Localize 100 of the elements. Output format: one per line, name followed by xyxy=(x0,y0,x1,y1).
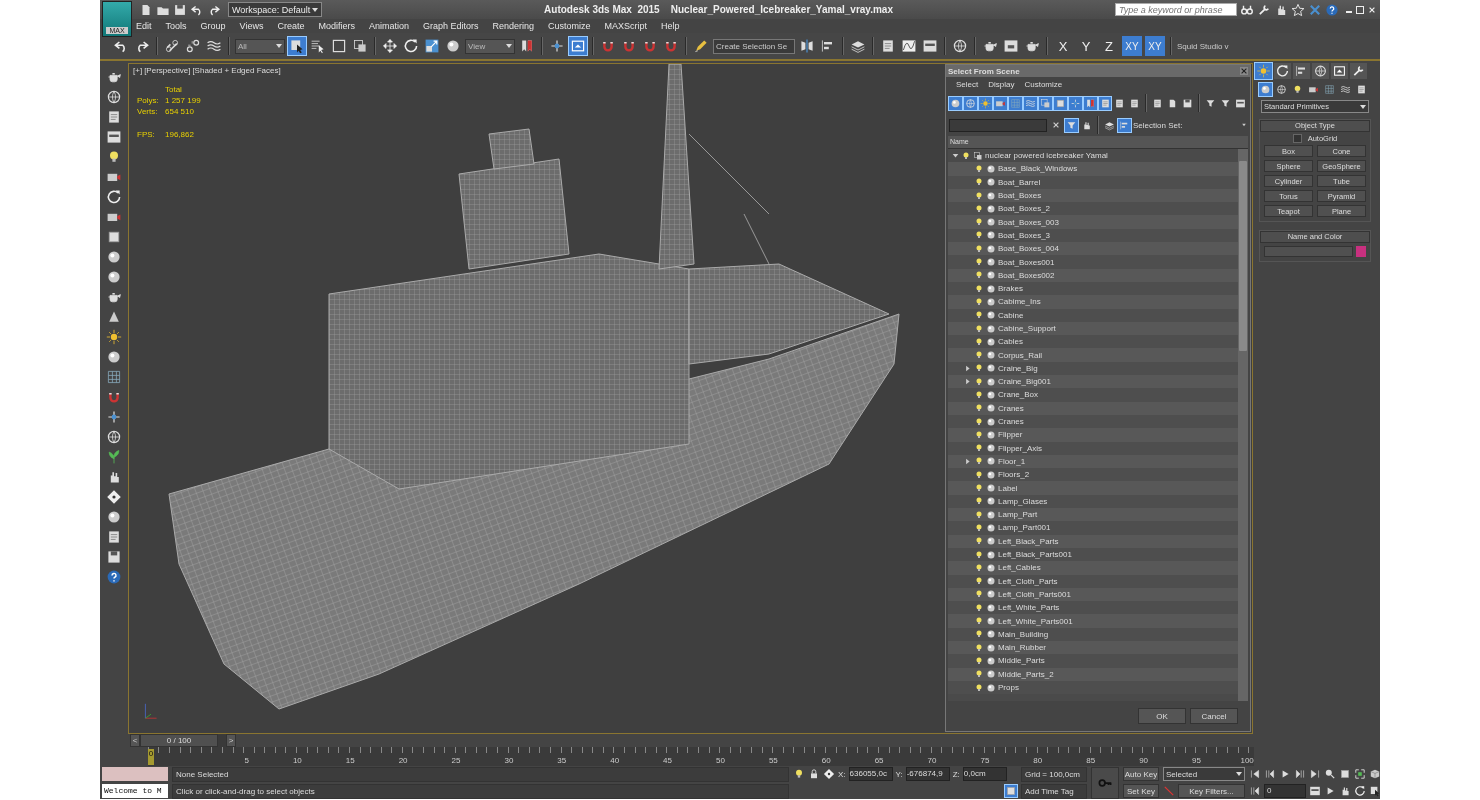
viewport-label[interactable]: [Perspective] xyxy=(144,66,191,75)
add-time-tag-field[interactable]: Add Time Tag xyxy=(1021,783,1087,799)
tree-item-label[interactable]: Left_Black_Parts xyxy=(998,536,1059,546)
tree-item-label[interactable]: Floor_1 xyxy=(998,456,1026,466)
tree-item-label[interactable]: nuclear powered icebreaker Yamal xyxy=(985,151,1108,161)
menu-item[interactable]: Tools xyxy=(165,21,187,31)
tree-item-label[interactable]: Brakes xyxy=(998,284,1023,294)
frame-number: 80 xyxy=(1032,756,1043,765)
tree-item-label[interactable]: Left_Cloth_Parts001 xyxy=(998,589,1071,599)
tree-item-label[interactable]: Cabime_Ins xyxy=(998,297,1041,307)
menu-item[interactable]: Modifiers xyxy=(318,21,355,31)
axis-constraint-button[interactable]: XY xyxy=(1122,36,1142,56)
frame-number: 95 xyxy=(1191,756,1201,765)
tree-item-label[interactable]: Left_Black_Parts001 xyxy=(998,550,1072,560)
menu-item[interactable]: Rendering xyxy=(492,21,535,31)
tree-item-label[interactable]: Middle_Parts_2 xyxy=(998,669,1054,679)
previous-frame-button[interactable]: < xyxy=(130,734,140,747)
frame-field[interactable]: 0 xyxy=(1264,784,1306,798)
menu-item[interactable]: Select xyxy=(956,80,979,89)
tree-item-label[interactable]: Left_Cables xyxy=(998,563,1041,573)
tree-item-label[interactable]: Boat_Barrel xyxy=(998,177,1041,187)
menu-item[interactable]: Views xyxy=(239,21,264,31)
menu-item[interactable]: MAXScript xyxy=(604,21,648,31)
tree-item-label[interactable]: Cranes xyxy=(998,417,1024,427)
grid-size-display: Grid = 100,0cm xyxy=(1021,766,1087,782)
viewport-label[interactable]: [+] xyxy=(133,66,143,75)
tree-item-label[interactable]: Middle_Parts xyxy=(998,656,1045,666)
ok-button[interactable]: OK xyxy=(1138,708,1186,724)
menu-item[interactable]: Create xyxy=(277,21,305,31)
coordinate-field[interactable]: 636055,0c xyxy=(848,767,893,781)
coordinate-label: Z: xyxy=(952,769,960,779)
time-slider-track[interactable]: < 0 / 100 > xyxy=(130,734,236,747)
tree-item-label[interactable]: Corpus_Rail xyxy=(998,350,1043,360)
key-mode-dropdown[interactable]: Selected xyxy=(1163,767,1245,781)
axis-constraint-button[interactable]: Z xyxy=(1099,36,1119,56)
axis-constraint-button[interactable]: Y xyxy=(1076,36,1096,56)
tree-item-label[interactable]: Lamp_Glases xyxy=(998,496,1048,506)
menu-item[interactable]: Display xyxy=(988,80,1015,89)
tree-item-label[interactable]: Crane_Box xyxy=(998,390,1039,400)
menu-item[interactable]: Customize xyxy=(548,21,591,31)
tree-item-label[interactable]: Cabine xyxy=(998,310,1024,320)
viewport-label[interactable]: [Shaded + Edged Faces] xyxy=(192,66,281,75)
tree-item-label[interactable]: Boat_Boxes002 xyxy=(998,270,1055,280)
tree-item-label[interactable]: Boat_Boxes001 xyxy=(998,257,1055,267)
menu-item[interactable]: Group xyxy=(200,21,226,31)
search-field[interactable]: Type a keyword or phrase xyxy=(1115,3,1237,16)
next-frame-button[interactable]: > xyxy=(226,734,236,747)
tree-item-label[interactable]: Base_Black_Windows xyxy=(998,164,1078,174)
menu-item[interactable]: Edit xyxy=(136,21,152,31)
frame-number: 10 xyxy=(291,756,302,765)
tree-item-label[interactable]: Cables xyxy=(998,337,1023,347)
frame-ruler[interactable]: 0 5 10 15 20 25 30 35 40 45 50 55 60 65 70 75 80 85 90 95 100 xyxy=(148,747,1254,766)
tree-item-label[interactable]: Craine_Big001 xyxy=(998,377,1051,387)
coordinate-label: Y: xyxy=(895,769,903,779)
tree-item-label[interactable]: Boat_Boxes_2 xyxy=(998,204,1051,214)
tree-item-label[interactable]: Cabine_Support xyxy=(998,324,1056,333)
tree-item-label[interactable]: Floors_2 xyxy=(998,470,1030,480)
selection-filter-dropdown[interactable]: All xyxy=(235,38,285,54)
tree-item-label[interactable]: Lamp_Part001 xyxy=(998,523,1051,533)
tree-item-label[interactable]: Boat_Boxes_3 xyxy=(998,230,1051,240)
tree-item-label[interactable]: Label xyxy=(998,483,1018,493)
stat-label: Polys: xyxy=(137,95,160,106)
key-filters-button[interactable]: Key Filters... xyxy=(1178,784,1245,798)
frame-number: 55 xyxy=(767,756,778,765)
set-key-button[interactable]: Set Key xyxy=(1123,784,1159,798)
tree-item-label[interactable]: Lamp_Part xyxy=(998,510,1038,520)
time-slider-thumb[interactable]: 0 / 100 xyxy=(140,734,218,747)
frame-number: 45 xyxy=(662,756,672,765)
tree-item-label[interactable]: Craine_Big xyxy=(998,363,1038,373)
tree-item-label[interactable]: Main_Rubber xyxy=(998,643,1047,653)
reference-coordinate-dropdown[interactable]: View xyxy=(465,38,515,54)
frame-number: 5 xyxy=(243,756,249,765)
dialog-title: Select From Scene xyxy=(948,66,1020,76)
cancel-button[interactable]: Cancel xyxy=(1190,708,1238,724)
coordinate-label: X: xyxy=(838,769,846,779)
tree-item-label[interactable]: Boat_Boxes xyxy=(998,191,1042,201)
auto-key-button[interactable]: Auto Key xyxy=(1123,767,1159,781)
tree-item-label[interactable]: Cranes xyxy=(998,403,1024,413)
selection-set-label: Selection Set: xyxy=(1133,120,1184,130)
menu-item[interactable]: Graph Editors xyxy=(422,21,479,31)
axis-constraint-button[interactable]: X xyxy=(1053,36,1073,56)
tree-item-label[interactable]: Flipper xyxy=(998,430,1023,440)
tree-item-label[interactable]: Left_White_Parts001 xyxy=(998,616,1073,626)
tree-item-label[interactable]: Left_Cloth_Parts xyxy=(998,576,1058,586)
current-frame-marker[interactable]: 0 xyxy=(148,749,154,765)
tree-item-label[interactable]: Boat_Boxes_003 xyxy=(998,217,1059,227)
menu-item[interactable]: Customize xyxy=(1024,80,1063,89)
coordinate-field[interactable]: 0,0cm xyxy=(962,767,1007,781)
named-selection-field[interactable]: Create Selection Se xyxy=(713,38,795,54)
menu-item[interactable]: Animation xyxy=(368,21,409,31)
menu-item[interactable]: Help xyxy=(661,21,680,31)
tree-item-label[interactable]: Left_White_Parts xyxy=(998,603,1060,613)
tree-item-label[interactable]: Flipper_Axis xyxy=(998,443,1042,453)
tree-item-label[interactable]: Boat_Boxes_004 xyxy=(998,244,1059,254)
axis-constraint-button[interactable]: XY xyxy=(1145,36,1165,56)
workspace-dropdown[interactable]: Workspace: Default xyxy=(228,2,322,17)
coordinate-field[interactable]: -676874,9 xyxy=(905,767,950,781)
tree-item-label[interactable]: Main_Building xyxy=(998,629,1049,639)
stat-value: 654 510 xyxy=(165,106,194,117)
tree-item-label[interactable]: Props xyxy=(998,683,1019,692)
